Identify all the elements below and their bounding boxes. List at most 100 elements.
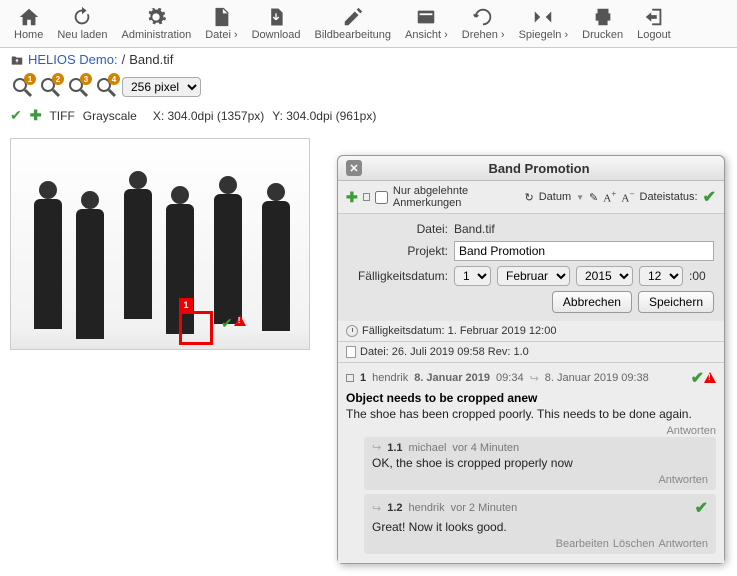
collapse-icon[interactable] [346, 374, 354, 382]
home-button[interactable]: Home [8, 4, 49, 43]
check-icon: ✔ [691, 370, 704, 387]
meta-due: Fälligkeitsdatum: 1. Februar 2019 12:00 [338, 321, 724, 342]
reply-1: ↪1.1michaelvor 4 Minuten OK, the shoe is… [364, 437, 716, 490]
collapse-icon[interactable] [363, 193, 370, 201]
annotation-number[interactable]: 1 [179, 298, 193, 311]
file-icon [210, 6, 232, 28]
home-label: Home [14, 29, 43, 41]
edit-icon[interactable]: ✎ [589, 191, 598, 204]
project-label: Projekt: [348, 244, 448, 258]
add-icon[interactable]: ✚ [346, 189, 358, 206]
reload-label: Neu laden [57, 29, 107, 41]
reply-body: Great! Now it looks good. [372, 520, 708, 534]
admin-button[interactable]: Administration [116, 4, 198, 43]
image-y: Y: 304.0dpi (961px) [272, 109, 376, 123]
arrow-icon: ↪ [530, 372, 539, 385]
download-button[interactable]: Download [246, 4, 307, 43]
breadcrumb: HELIOS Demo: / Band.tif [0, 48, 737, 71]
warning-icon [234, 315, 246, 326]
folder-up-icon[interactable] [10, 53, 24, 67]
sort-label[interactable]: Datum [539, 191, 571, 203]
print-label: Drucken [582, 29, 623, 41]
project-input[interactable] [454, 241, 714, 261]
due-day[interactable]: 1 [454, 266, 491, 286]
zoom-select[interactable]: 256 pixel [122, 77, 201, 97]
close-icon[interactable]: ✕ [346, 160, 362, 176]
edit-button[interactable]: Bearbeiten [556, 538, 609, 550]
meta-file: Datei: 26. Juli 2019 09:58 Rev: 1.0 [338, 342, 724, 363]
image-x: X: 304.0dpi (1357px) [153, 109, 264, 123]
panel-header[interactable]: ✕ Band Promotion [338, 156, 724, 181]
zoom-3[interactable]: 3 [66, 75, 90, 99]
download-label: Download [252, 29, 301, 41]
comment-time1: 09:34 [496, 372, 524, 384]
zoom-4[interactable]: 4 [94, 75, 118, 99]
due-year[interactable]: 2015 [576, 266, 633, 286]
comment-date1: 8. Januar 2019 [414, 372, 490, 384]
zoom-2[interactable]: 2 [38, 75, 62, 99]
file-value: Band.tif [454, 222, 495, 236]
panel-toolbar: ✚ Nur abgelehnte Anmerkungen ↻ Datum▼ ✎ … [338, 181, 724, 214]
image-color: Grayscale [83, 109, 137, 123]
due-month[interactable]: Februar [497, 266, 570, 286]
reply-button[interactable]: Antworten [658, 538, 708, 550]
view-icon [415, 6, 437, 28]
breadcrumb-root[interactable]: HELIOS Demo: [28, 52, 118, 67]
warning-icon [704, 372, 716, 383]
page-icon [346, 346, 356, 358]
zoom-1[interactable]: 1 [10, 75, 34, 99]
panel-form: Datei:Band.tif Projekt: Fälligkeitsdatum… [338, 214, 724, 321]
comment-date2: 8. Januar 2019 09:38 [545, 372, 649, 384]
mirror-label: Spiegeln › [519, 29, 569, 41]
check-icon: ✔ [10, 107, 22, 124]
font-bigger-icon[interactable]: A+ [603, 189, 616, 205]
main-toolbar: Home Neu laden Administration Datei › Do… [0, 0, 737, 48]
filter-label: Nur abgelehnte Anmerkungen [393, 185, 520, 209]
breadcrumb-file: Band.tif [129, 52, 173, 67]
comment-number: 1 [360, 372, 366, 384]
comment-user: hendrik [372, 372, 408, 384]
image-format: TIFF [49, 109, 74, 123]
panel-title: Band Promotion [362, 161, 716, 176]
home-icon [18, 6, 40, 28]
font-smaller-icon[interactable]: A− [621, 189, 634, 205]
annotation-box[interactable] [179, 311, 213, 345]
logout-icon [643, 6, 665, 28]
reply-arrow-icon: ↪ [372, 441, 381, 454]
due-minsuffix: :00 [689, 269, 706, 283]
file-menu[interactable]: Datei › [199, 4, 243, 43]
filestatus-icon[interactable]: ✔ [703, 187, 716, 207]
gear-icon [145, 6, 167, 28]
due-hour[interactable]: 12 [639, 266, 683, 286]
filter-checkbox[interactable] [375, 191, 388, 204]
clock-icon [346, 325, 358, 337]
annotation-panel: ✕ Band Promotion ✚ Nur abgelehnte Anmerk… [337, 155, 725, 564]
reply-body: OK, the shoe is cropped properly now [372, 456, 708, 470]
rotate-icon [472, 6, 494, 28]
image-info: ✔ ✚ TIFF Grayscale X: 304.0dpi (1357px) … [0, 103, 737, 128]
imgedit-button[interactable]: Bildbearbeitung [309, 4, 397, 43]
plus-icon[interactable]: ✚ [30, 107, 42, 124]
reply-2: ↪1.2hendrikvor 2 Minuten✔ Great! Now it … [364, 494, 716, 554]
comment-body: The shoe has been cropped poorly. This n… [346, 407, 716, 421]
delete-button[interactable]: Löschen [613, 538, 655, 550]
check-icon: ✔ [695, 498, 708, 518]
logout-button[interactable]: Logout [631, 4, 677, 43]
rotate-label: Drehen › [462, 29, 505, 41]
image-preview[interactable]: 1 ✔ [10, 138, 310, 350]
view-label: Ansicht › [405, 29, 448, 41]
refresh-icon[interactable]: ↻ [524, 191, 533, 204]
annotation-status: ✔ [221, 315, 246, 332]
save-button[interactable]: Speichern [638, 291, 714, 313]
print-button[interactable]: Drucken [576, 4, 629, 43]
mirror-menu[interactable]: Spiegeln › [513, 4, 575, 43]
reply-button[interactable]: Antworten [666, 425, 716, 437]
file-label: Datei › [205, 29, 237, 41]
cancel-button[interactable]: Abbrechen [552, 291, 632, 313]
logout-label: Logout [637, 29, 671, 41]
view-menu[interactable]: Ansicht › [399, 4, 454, 43]
reload-button[interactable]: Neu laden [51, 4, 113, 43]
rotate-menu[interactable]: Drehen › [456, 4, 511, 43]
admin-label: Administration [122, 29, 192, 41]
reply-button[interactable]: Antworten [658, 474, 708, 486]
